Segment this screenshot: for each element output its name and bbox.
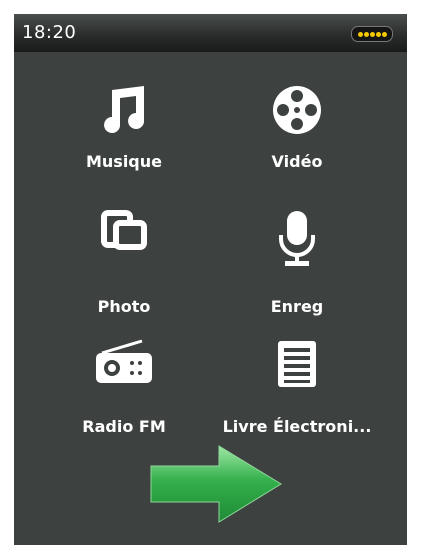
battery-level-dot (357, 31, 363, 37)
menu-item-radio-fm[interactable]: Radio FM (34, 339, 214, 459)
status-bar: 18:20 (14, 14, 407, 52)
menu-item-label: Livre Électroni... (222, 417, 372, 436)
music-note-icon (104, 86, 145, 133)
battery-level-dot (381, 31, 387, 37)
battery-level-dot (369, 31, 375, 37)
battery-level-dot (363, 31, 369, 37)
menu-item-label: Enreg (270, 297, 324, 316)
microphone-icon (279, 211, 315, 266)
photos-icon (101, 210, 147, 250)
menu-item-enreg[interactable]: Enreg (207, 209, 387, 329)
battery-icon (351, 26, 393, 42)
clock-time: 18:20 (22, 22, 77, 43)
arrow-right-icon (150, 445, 282, 523)
menu-item-photo[interactable]: Photo (34, 209, 214, 329)
device-screen: 18:20 Musique Vidéo Photo Enreg Radio FM… (14, 14, 407, 545)
menu-item-video[interactable]: Vidéo (207, 84, 387, 204)
menu-item-label: Photo (97, 297, 151, 316)
menu-item-label: Musique (85, 152, 162, 171)
next-page-button[interactable] (149, 444, 284, 524)
battery-level-dot (375, 31, 381, 37)
document-icon (278, 341, 316, 387)
radio-icon (96, 339, 152, 383)
menu-item-musique[interactable]: Musique (34, 84, 214, 204)
film-reel-icon (273, 86, 321, 134)
menu-item-livre-electronique[interactable]: Livre Électroni... (207, 339, 387, 459)
menu-item-label: Vidéo (271, 152, 323, 171)
menu-item-label: Radio FM (82, 417, 166, 436)
